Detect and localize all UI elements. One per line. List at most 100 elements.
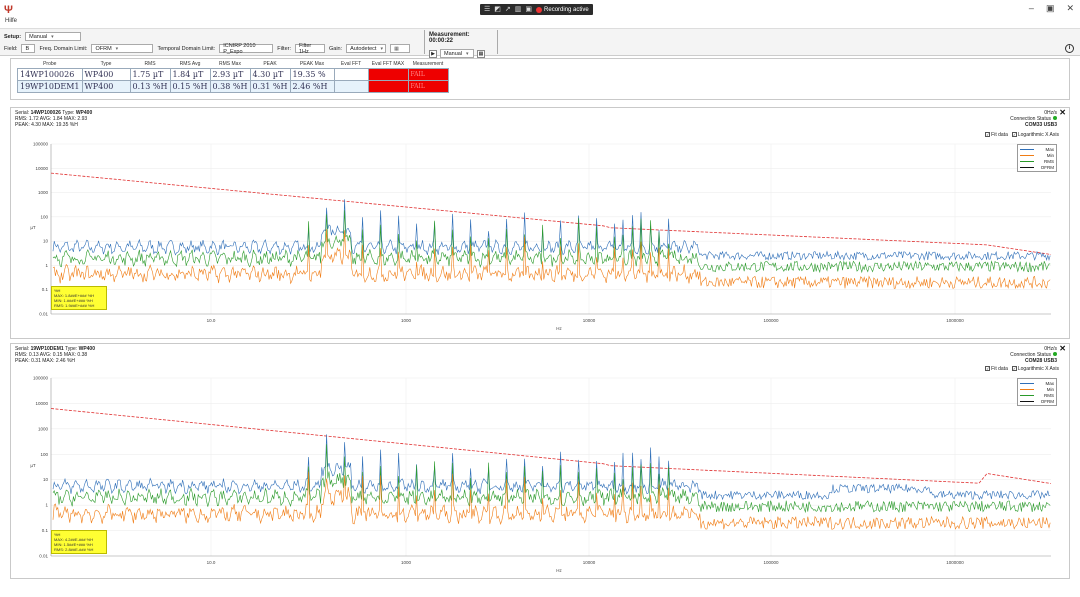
y-tick-label: 1000	[38, 190, 49, 195]
y-tick-label: 0.01	[39, 312, 48, 317]
max-trace	[52, 199, 1051, 262]
grid-icon: ▦	[394, 45, 399, 52]
x-tick-label: 1000000	[946, 560, 964, 565]
legend-label: RMS	[1044, 158, 1054, 164]
measurement-status-cell: FAIL	[407, 67, 449, 81]
rms-cell: 0.13 %H	[129, 79, 171, 93]
y-tick-label: 1	[45, 503, 48, 508]
legend-swatch	[1020, 160, 1034, 162]
cursor-readout: %H MAX: 4.2##E-### %H MIN: 1.5##E+### %H…	[51, 530, 107, 554]
y-tick-label: 10	[43, 239, 49, 244]
col-eval-fft: Eval FFT	[340, 61, 362, 68]
gain-value: Autodetect	[350, 45, 377, 52]
legend-label: Min	[1046, 386, 1054, 392]
y-axis-label: µT	[30, 225, 36, 230]
field-value: B	[25, 45, 30, 52]
chevron-down-icon: ▾	[51, 33, 54, 40]
y-tick-label: 0.1	[42, 287, 49, 292]
chart-legend: Max Min RMS OFRM	[1017, 378, 1057, 406]
main-toolbar: Setup: Manual ▾ Field: B Freq. Domain Lim…	[0, 28, 1080, 56]
gain-label: Gain:	[328, 45, 343, 52]
x-tick-label: 100000	[763, 318, 779, 323]
x-tick-label: 10.0	[207, 318, 216, 323]
probe-cell: 14WP100026	[17, 67, 83, 81]
cursor-readout: %H MAX: 1.8##E+### %H MIN: 1.###E+### %H…	[51, 286, 107, 310]
spectrum-chart-panel: Serial: 14WP100026 Type: WP400 RMS: 1.72…	[10, 107, 1070, 339]
temporal-domain-select[interactable]: ICNIRP 2010 P_Expo	[219, 43, 274, 55]
legend-swatch	[1020, 148, 1034, 150]
chevron-down-icon: ▾	[466, 50, 469, 57]
legend-label: Min	[1046, 152, 1054, 158]
rms-avg-cell: 0.15 %H	[169, 79, 211, 93]
y-tick-label: 10000	[35, 166, 48, 171]
min-trace	[52, 471, 1051, 530]
select-tool-icon[interactable]: ◩	[494, 5, 501, 15]
info-icon[interactable]: i	[1065, 44, 1074, 53]
measurement-heading: Measurement: 00:00:22	[429, 32, 493, 44]
freq-domain-value: OFRM	[95, 45, 112, 52]
window-tool-icon[interactable]: ▣	[525, 5, 532, 15]
mode-select[interactable]: Manual ▾	[440, 49, 474, 58]
filter-value: Filter 1Hz	[298, 42, 312, 55]
probe-cell: 19WP10DEM1	[17, 79, 83, 93]
setup-label: Setup:	[4, 33, 22, 40]
eval-fft-max-cell	[367, 67, 409, 81]
col-peak-max: PEAK Max	[299, 61, 325, 68]
menu-tool-icon[interactable]: ☰	[484, 5, 490, 15]
eval-fft-cell	[333, 79, 369, 93]
filter-select[interactable]: Filter 1Hz	[294, 42, 325, 55]
col-probe: Probe	[43, 61, 57, 68]
setup-select[interactable]: Manual ▾	[25, 32, 82, 41]
type-cell: WP400	[81, 67, 131, 81]
col-eval-fft-max: Eval FFT MAX	[371, 61, 405, 68]
legend-item[interactable]: OFRM	[1020, 398, 1054, 404]
spectrum-chart-panel: Serial: 19WP10DEM1 Type: WP400 RMS: 0.13…	[10, 343, 1070, 579]
x-tick-label: 10000	[583, 560, 596, 565]
spectrum-plot[interactable]: 100000 10000 1000 100 10 1 0.1 0.01 10.0 1000 1000…	[11, 108, 1069, 338]
col-rms: RMS	[144, 61, 156, 68]
col-peak: PEAK	[263, 61, 277, 68]
chart-legend: Max Min RMS OFRM	[1017, 144, 1057, 172]
legend-swatch	[1020, 166, 1034, 168]
x-axis-label: Hz	[556, 568, 562, 573]
close-window-button[interactable]: ✕	[1066, 3, 1074, 14]
legend-swatch	[1020, 388, 1034, 390]
x-tick-label: 100000	[763, 560, 779, 565]
readout-rms: RMS: 1.9##E+### %H	[54, 303, 95, 308]
play-button[interactable]: ▶	[429, 49, 437, 58]
restore-button[interactable]: ▣	[1046, 3, 1055, 14]
spectrum-plot[interactable]: 100000 10000 1000 100 10 1 0.1 0.01 10.0 1000 1000…	[11, 344, 1069, 578]
x-axis-label: Hz	[556, 326, 562, 331]
col-rms-max: RMS Max	[219, 61, 241, 68]
legend-label: Max	[1045, 380, 1054, 386]
legend-item[interactable]: OFRM	[1020, 164, 1054, 170]
table-row[interactable]: 14WP100026 WP400 1.75 µT 1.84 µT 2.93 µT…	[17, 67, 449, 81]
gain-select[interactable]: Autodetect ▾	[346, 44, 387, 53]
arrow-tool-icon[interactable]: ↗	[505, 5, 511, 15]
rms-max-cell: 0.38 %H	[209, 79, 251, 93]
rms-avg-cell: 1.84 µT	[169, 67, 211, 81]
minimize-button[interactable]: –	[1029, 3, 1034, 14]
app-logo-icon: Ψ	[4, 4, 13, 16]
help-menu[interactable]: Hilfe	[5, 18, 17, 24]
table-row[interactable]: 19WP10DEM1 WP400 0.13 %H 0.15 %H 0.38 %H…	[17, 79, 449, 93]
freq-domain-select[interactable]: OFRM ▾	[91, 44, 154, 53]
readout-rms: RMS: 2.8##E-### %H	[54, 547, 94, 552]
mode-value: Manual	[444, 50, 463, 57]
limit-line	[50, 408, 1052, 484]
col-rms-avg: RMS Avg	[179, 61, 201, 68]
export-button[interactable]: ▦	[477, 49, 485, 58]
col-type: Type	[100, 61, 112, 68]
measurement-status-cell: FAIL	[407, 79, 449, 93]
legend-label: OFRM	[1040, 398, 1054, 404]
field-select[interactable]: B	[21, 44, 36, 53]
x-tick-label: 10.0	[207, 560, 216, 565]
rms-max-cell: 2.93 µT	[209, 67, 251, 81]
capture-tool-icon[interactable]: ▥	[515, 5, 522, 15]
temporal-domain-label: Temporal Domain Limit:	[157, 45, 216, 52]
legend-label: RMS	[1044, 392, 1054, 398]
recording-indicator[interactable]: Recording active	[536, 6, 589, 13]
channel-select[interactable]: ▦	[390, 44, 411, 53]
probe-table: Probe Type RMS RMS Avg RMS Max PEAK PEAK…	[17, 61, 449, 93]
peak-max-cell: 2.46 %H	[289, 79, 335, 93]
